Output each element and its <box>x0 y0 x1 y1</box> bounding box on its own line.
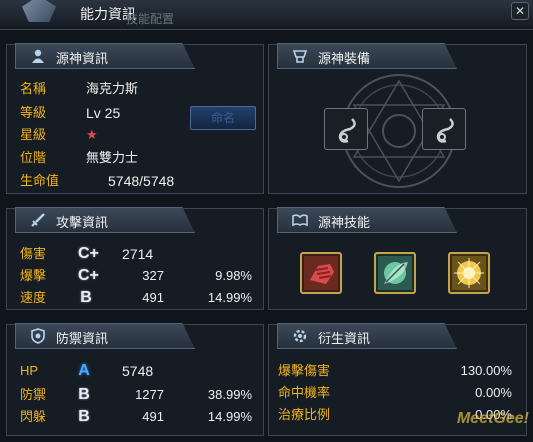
star-rating-icon: ★ <box>86 127 98 142</box>
name-label: 名稱 <box>20 81 47 96</box>
hp-total-value: 5748/5748 <box>108 173 175 189</box>
derived-header: 衍生資訊 <box>277 323 457 349</box>
panel-title: 防禦資訊 <box>56 331 109 346</box>
evade-value: 491 <box>142 409 164 424</box>
speed-value: 491 <box>142 290 164 305</box>
heal-ratio-label: 治療比例 <box>278 407 331 422</box>
equip-slot-right[interactable] <box>422 108 466 150</box>
grade-badge: C+ <box>78 245 99 262</box>
grade-badge: C+ <box>78 267 99 284</box>
crit-percent: 9.98% <box>215 268 252 283</box>
defense-header: 防禦資訊 <box>15 323 195 349</box>
background-tab-label[interactable]: 技能配置 <box>126 10 174 27</box>
empty-slot-icon <box>436 118 454 143</box>
defense-percent: 38.99% <box>207 387 252 402</box>
name-value: 海克力斯 <box>86 81 139 96</box>
character-emblem-icon <box>22 0 56 22</box>
star-label: 星級 <box>20 127 47 142</box>
skill-slot-3[interactable] <box>448 252 490 294</box>
equip-slot-left[interactable] <box>324 108 368 150</box>
panel-title: 攻擊資訊 <box>56 215 109 230</box>
burst-skill-icon <box>452 256 486 290</box>
panel-title: 源神裝備 <box>318 51 371 66</box>
hit-rate-value: 0.00% <box>475 385 512 400</box>
grade-badge: B <box>78 386 90 403</box>
panel-title: 衍生資訊 <box>318 331 371 346</box>
hp-label: HP <box>20 363 39 378</box>
panel-title: 源神資訊 <box>56 51 109 66</box>
sword-icon <box>30 212 46 228</box>
rank-value: 無雙力士 <box>86 150 139 165</box>
title-bar: 能力資訊 技能配置 ✕ <box>0 0 533 30</box>
skill-slot-2[interactable] <box>374 252 416 294</box>
close-button[interactable]: ✕ <box>511 2 529 20</box>
shield-icon <box>30 328 46 344</box>
armor-icon <box>292 48 308 64</box>
speed-percent: 14.99% <box>207 290 252 305</box>
speed-label: 速度 <box>20 290 47 305</box>
window-body: 源神資訊 命名 名稱 海克力斯 等級 Lv 25 星級 ★ 位階 無雙力士 生命… <box>0 30 533 442</box>
rename-button[interactable]: 命名 <box>190 106 256 130</box>
damage-label: 傷害 <box>20 246 47 261</box>
basic-info-header: 源神資訊 <box>15 43 195 69</box>
evade-label: 閃躲 <box>20 409 47 424</box>
damage-value: 2714 <box>122 246 154 262</box>
level-value: Lv 25 <box>86 105 121 121</box>
equipment-panel: 源神裝備 <box>268 43 527 194</box>
crit-value: 327 <box>142 268 164 283</box>
evade-percent: 14.99% <box>207 409 252 424</box>
leaf-skill-icon <box>378 256 412 290</box>
empty-slot-icon <box>338 118 356 143</box>
gear-icon <box>292 328 308 344</box>
equipment-header: 源神裝備 <box>277 43 457 69</box>
defense-value: 1277 <box>135 387 164 402</box>
level-label: 等級 <box>20 105 47 120</box>
grade-badge: B <box>78 408 90 425</box>
grade-badge: B <box>80 289 92 306</box>
grade-badge: A <box>78 362 90 379</box>
crit-label: 爆擊 <box>20 268 47 283</box>
crit-damage-label: 爆擊傷害 <box>278 363 331 378</box>
hit-rate-label: 命中機率 <box>278 385 331 400</box>
fist-skill-icon <box>304 256 338 290</box>
attack-header: 攻擊資訊 <box>15 207 195 233</box>
hp-total-label: 生命值 <box>20 173 60 188</box>
rank-label: 位階 <box>20 150 47 165</box>
crit-damage-value: 130.00% <box>460 363 512 378</box>
panel-title: 源神技能 <box>318 215 371 230</box>
skill-slot-1[interactable] <box>300 252 342 294</box>
watermark-logo: MeetGee! <box>456 410 529 427</box>
hp-value: 5748 <box>122 363 154 379</box>
defense-label: 防禦 <box>20 387 47 402</box>
skills-header: 源神技能 <box>277 207 457 233</box>
book-icon <box>292 212 308 228</box>
person-icon <box>30 48 46 64</box>
